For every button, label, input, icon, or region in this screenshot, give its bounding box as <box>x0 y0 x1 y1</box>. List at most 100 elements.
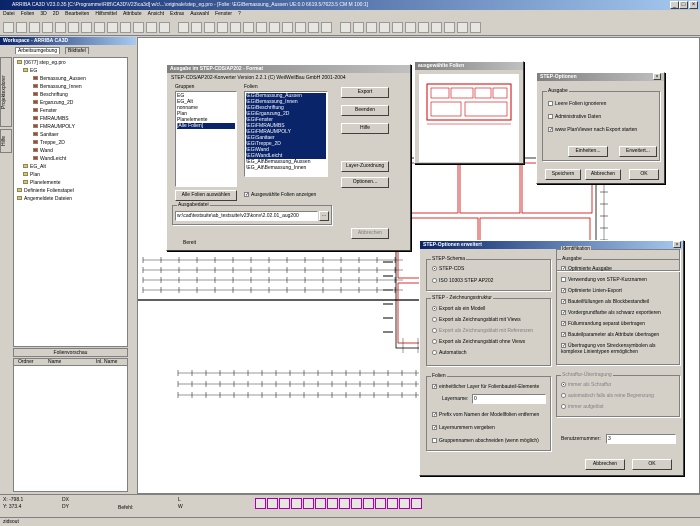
beenden-button[interactable]: Beenden <box>341 105 389 116</box>
tree-item[interactable]: Plan <box>17 171 124 179</box>
schraffur-immer[interactable]: immer als Schraffur <box>561 382 611 388</box>
speichern-button[interactable]: Speichern <box>545 169 581 180</box>
snap-icon[interactable] <box>363 498 374 509</box>
ausgabedatei-input[interactable]: w:\cad\testsuite\ab_testsuite\v23\konv\2… <box>175 211 318 221</box>
ausgabe-option-checkbox[interactable]: ✓ Bauteilparameter als Attribute übertrag… <box>561 332 676 338</box>
ausgabe-option-checkbox[interactable]: ✓ Bauteilfüllungen als Blockbestandteil <box>561 299 676 305</box>
menu-item-6[interactable]: Attribute <box>123 11 142 17</box>
tree-item[interactable]: Wand <box>17 147 124 155</box>
struct-ein-modell[interactable]: Export als ein Modell <box>432 306 485 312</box>
menu-item-9[interactable]: Auswahl <box>190 11 209 17</box>
menu-item-7[interactable]: Ansicht <box>148 11 164 17</box>
toolbar-icon[interactable] <box>457 22 468 33</box>
toolbar-icon[interactable] <box>191 22 202 33</box>
ausgabe-option-checkbox[interactable]: ✓ Übertragung von Streckensymbolen als ko… <box>561 343 676 355</box>
schraffur-aufgeloest[interactable]: immer aufgelöst <box>561 404 604 410</box>
toolbar-icon[interactable] <box>230 22 241 33</box>
ausgabe-option-checkbox[interactable]: ✓ Optimierte Linien-Export <box>561 288 676 294</box>
tree-item[interactable]: EG <box>17 67 124 75</box>
snap-icon[interactable] <box>303 498 314 509</box>
snap-icon[interactable] <box>387 498 398 509</box>
schema-step-cds[interactable]: STEP-CDS <box>432 266 464 272</box>
toolbar-icon[interactable] <box>353 22 364 33</box>
toolbar-icon[interactable] <box>68 22 79 33</box>
tree-item[interactable]: Bemassung_Innen <box>17 83 124 91</box>
export-button[interactable]: Export <box>341 87 389 98</box>
menu-item-0[interactable]: Datei <box>3 11 15 17</box>
toolbar-icon[interactable] <box>418 22 429 33</box>
toolbar-icon[interactable] <box>256 22 267 33</box>
abbrechen-ext-button[interactable]: Abbrechen <box>585 459 625 470</box>
toolbar-icon[interactable] <box>470 22 481 33</box>
snap-icon[interactable] <box>399 498 410 509</box>
tree-item[interactable]: FMRAUMPOLY <box>17 123 124 131</box>
toolbar-icon[interactable] <box>146 22 157 33</box>
tree-item[interactable]: FMRAUMBS <box>17 115 124 123</box>
tree-item[interactable]: [0677] step_eg.pro <box>17 59 124 67</box>
tree-item[interactable]: Planelemente <box>17 179 124 187</box>
struct-automatisch[interactable]: Automatisch <box>432 350 467 356</box>
side-tab-projektexplorer[interactable]: Projektexplorer <box>0 57 12 127</box>
menu-item-2[interactable]: 3D <box>40 11 46 17</box>
erweitert-button[interactable]: Erweitert... <box>619 146 657 157</box>
tree-item[interactable]: WandLeicht <box>17 155 124 163</box>
close-icon[interactable]: × <box>689 1 698 9</box>
snap-icon[interactable] <box>279 498 290 509</box>
tree-item[interactable]: Treppe_2D <box>17 139 124 147</box>
snap-icon[interactable] <box>267 498 278 509</box>
menu-item-10[interactable]: Fenster <box>215 11 232 17</box>
toolbar-icon[interactable] <box>392 22 403 33</box>
optionen-button[interactable]: Optionen... <box>341 177 389 188</box>
toolbar-icon[interactable] <box>178 22 189 33</box>
layername-input[interactable]: 0 <box>472 394 546 404</box>
tree-item[interactable]: Bemassung_Aussen <box>17 75 124 83</box>
minimize-icon[interactable]: _ <box>670 1 679 9</box>
tree-item[interactable]: Beschriftung <box>17 91 124 99</box>
tree-item[interactable]: Fenster <box>17 107 124 115</box>
toolbar-icon[interactable] <box>340 22 351 33</box>
snap-icon[interactable] <box>315 498 326 509</box>
toolbar-icon[interactable] <box>204 22 215 33</box>
snap-icon[interactable] <box>255 498 266 509</box>
maximize-icon[interactable]: □ <box>679 1 688 9</box>
toolbar-icon[interactable] <box>295 22 306 33</box>
abbrechen-export-button[interactable]: Abbrechen <box>351 228 389 239</box>
side-tab-hilfe[interactable]: Hilfe <box>0 129 12 153</box>
schema-ap202[interactable]: ISO 10303 STEP AP202 <box>432 278 493 284</box>
menu-item-8[interactable]: Extras <box>170 11 184 17</box>
ausgabe-option-checkbox[interactable]: ✓ Vordergrundfarbe als schwarz exportiere… <box>561 310 676 316</box>
toolbar-icon[interactable] <box>269 22 280 33</box>
toolbar-icon[interactable] <box>366 22 377 33</box>
layernummern-checkbox[interactable]: ✓ Layernummern vergeben <box>432 425 495 431</box>
tree-item[interactable]: Sanitaer <box>17 131 124 139</box>
tree-item[interactable]: Definierte Folienstapel <box>17 187 124 195</box>
benutzernummer-input[interactable]: 3 <box>606 434 676 444</box>
toolbar-icon[interactable] <box>444 22 455 33</box>
groups-list[interactable]: EG EG_Alt nonname Plan Planelemente [Alle Fol… <box>175 91 237 187</box>
ausgabe-option-checkbox[interactable]: ✓ Optimierte Ausgabe <box>561 266 676 272</box>
toolbar-icon[interactable] <box>405 22 416 33</box>
snap-icon[interactable] <box>375 498 386 509</box>
prefix-checkbox[interactable]: ✓ Prefix vom Namen der Modellfolien entfe… <box>432 412 539 418</box>
ausgewaehlte-folien-checkbox[interactable]: ✓ Ausgewählte Folien anzeigen <box>244 192 316 198</box>
snap-icon[interactable] <box>351 498 362 509</box>
toolbar-icon[interactable] <box>16 22 27 33</box>
menu-item-4[interactable]: Bearbeiten <box>65 11 89 17</box>
close-icon[interactable]: × <box>653 73 661 80</box>
layer-zuordnung-button[interactable]: Layer-Zuordnung <box>341 161 389 172</box>
toolbar-icon[interactable] <box>321 22 332 33</box>
toolbar-icon[interactable] <box>133 22 144 33</box>
struct-mit-referenzen[interactable]: Export als Zeichnungsblatt mit Referenze… <box>432 328 533 334</box>
browse-button[interactable]: ... <box>319 211 329 221</box>
snap-icon[interactable] <box>291 498 302 509</box>
toolbar-icon[interactable] <box>94 22 105 33</box>
tree-item[interactable]: Erganzung_2D <box>17 99 124 107</box>
toolbar-icon[interactable] <box>55 22 66 33</box>
leere-folien-checkbox[interactable]: Leere Folien ignorieren <box>548 101 606 107</box>
folie-item[interactable]: \EG_Alt\Bemassung_Innen <box>246 165 326 171</box>
alle-folien-button[interactable]: Alle Folien auswählen <box>175 190 237 201</box>
einheiten-button[interactable]: Einheiten... <box>568 146 608 157</box>
close-icon[interactable]: × <box>673 241 681 248</box>
toolbar-icon[interactable] <box>42 22 53 33</box>
tree-item[interactable]: EG_Alt <box>17 163 124 171</box>
